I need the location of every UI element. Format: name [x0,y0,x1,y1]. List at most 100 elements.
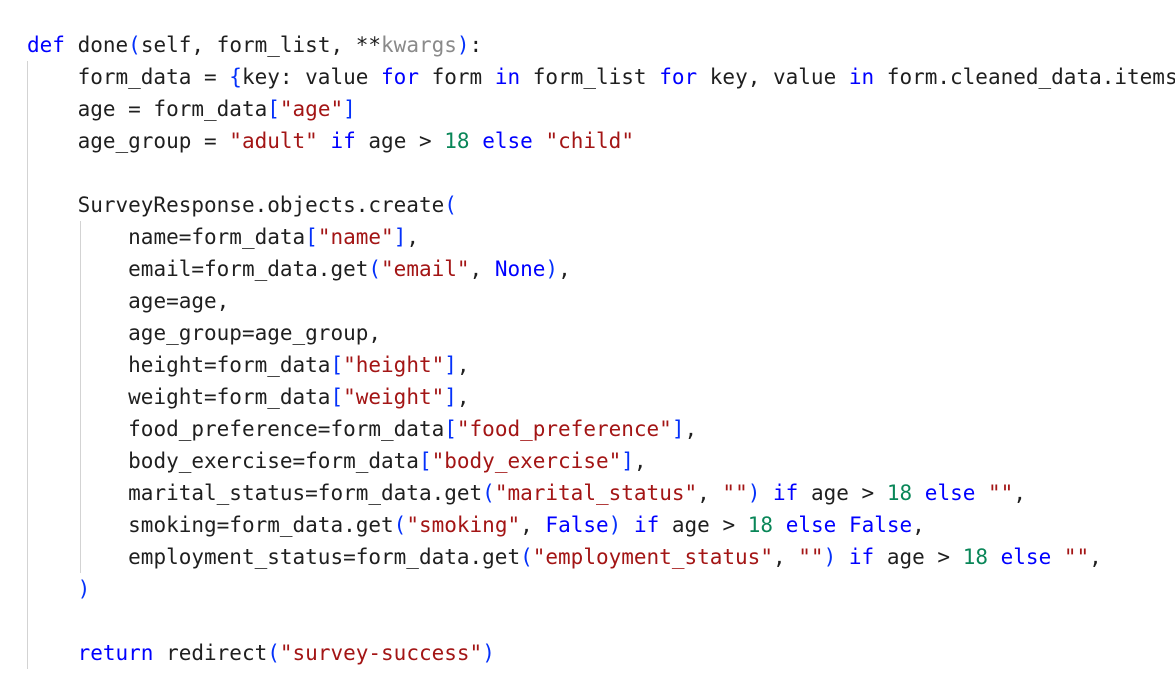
code-line[interactable]: age_group = "adult" if age > 18 else "ch… [27,125,1175,157]
code-token: form_data = [77,65,230,89]
code-token: False [848,513,913,537]
code-line[interactable]: email=form_data.get("email", None), [27,253,1175,285]
code-line[interactable]: name=form_data["name"], [27,221,1175,253]
code-token: [ [330,385,344,409]
code-token: "marital_status" [494,481,698,505]
code-line[interactable]: employment_status=form_data.get("employm… [27,541,1175,573]
code-token: 18 [747,513,774,537]
code-token: ( [368,257,382,281]
code-token: key: value [241,65,382,89]
code-token: if [330,129,356,153]
code-token: "email" [381,257,470,281]
code-token: "smoking" [406,513,521,537]
code-token: "" [988,481,1014,505]
code-token: age=age, [128,289,230,313]
code-token: 18 [962,545,988,569]
code-token: "name" [317,225,394,249]
code-token: "" [798,545,824,569]
code-token: ) [608,513,622,537]
code-line[interactable]: food_preference=form_data["food_preferen… [27,413,1175,445]
code-token: , [406,225,419,249]
code-line[interactable]: body_exercise=form_data["body_exercise"]… [27,445,1175,477]
code-content[interactable]: def done(self, form_list, **kwargs): for… [27,29,1175,669]
code-line[interactable]: form_data = {key: value for form in form… [27,61,1175,93]
code-token: , [684,417,698,441]
code-token: , [558,257,571,281]
code-token: "food_preference" [456,417,672,441]
code-line[interactable]: age=age, [27,285,1175,317]
code-token: age_group=age_group, [128,321,382,345]
code-token: ( [128,33,141,57]
code-token: ] [343,97,356,121]
code-line[interactable]: return redirect("survey-success") [27,637,1175,669]
code-line[interactable]: def done(self, form_list, **kwargs): [27,29,1175,61]
code-token: "child" [545,129,634,153]
code-token: body_exercise=form_data [128,449,419,473]
code-token: else [785,513,837,537]
code-line[interactable] [27,605,1175,637]
code-token: else [482,129,533,153]
code-token: else [924,481,976,505]
code-line[interactable]: height=form_data["height"], [27,349,1175,381]
code-token: "weight" [343,385,445,409]
code-token: employment_status=form_data.get [128,545,521,569]
code-token: in [848,65,875,89]
code-line[interactable]: SurveyResponse.objects.create( [27,189,1175,221]
code-token: ) [823,545,837,569]
code-token: "" [722,481,748,505]
code-line[interactable]: age = form_data["age"] [27,93,1175,125]
code-token: ( [267,641,280,665]
code-line[interactable]: marital_status=form_data.get("marital_st… [27,477,1175,509]
code-line[interactable]: ) [27,573,1175,605]
code-token: age_group = [77,129,230,153]
code-token: self, form_list, ** [140,33,382,57]
code-token: "employment_status" [532,545,773,569]
code-token: form_list [520,65,660,89]
code-token: "survey-success" [279,641,483,665]
code-token: "height" [343,353,445,377]
code-line[interactable]: age_group=age_group, [27,317,1175,349]
code-token: [ [305,225,318,249]
code-token: ] [621,449,634,473]
code-token: "body_exercise" [431,449,622,473]
code-token: , [772,545,799,569]
code-token: age > [874,545,963,569]
code-token: if [848,545,875,569]
code-token: def [27,33,65,57]
code-editor[interactable]: def done(self, form_list, **kwargs): for… [0,0,1175,693]
code-token: ( [444,193,457,217]
code-line[interactable]: smoking=form_data.get("smoking", False) … [27,509,1175,541]
code-token: { [229,65,242,89]
code-token: age = form_data [77,97,268,121]
code-line[interactable] [27,157,1175,189]
code-token: form [418,65,495,89]
code-token: return [77,641,154,665]
code-line[interactable]: weight=form_data["weight"], [27,381,1175,413]
code-token: , [912,513,925,537]
code-token: age > [659,513,748,537]
code-token: [ [418,449,432,473]
code-token: False [545,513,609,537]
code-token: if [633,513,660,537]
code-token: None [494,257,546,281]
code-token: , [456,385,470,409]
code-token: "age" [279,97,344,121]
